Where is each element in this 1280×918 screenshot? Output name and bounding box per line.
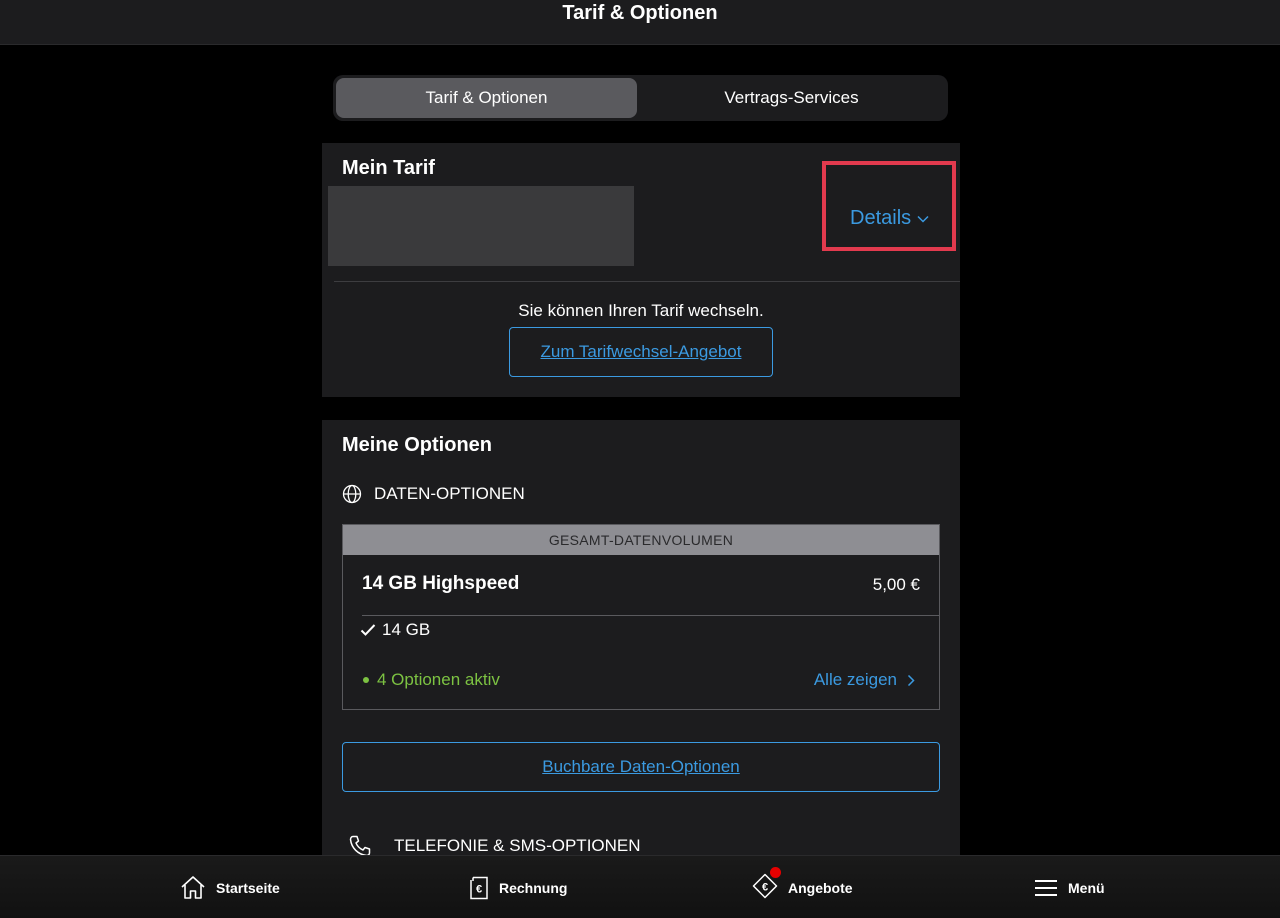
- bookable-data-options-button[interactable]: Buchbare Daten-Optionen: [342, 742, 940, 792]
- option-name: 14 GB Highspeed: [362, 573, 520, 594]
- nav-bill[interactable]: € Rechnung: [469, 856, 567, 918]
- status-dot-icon: [363, 677, 369, 683]
- nav-offers-label: Angebote: [788, 879, 853, 896]
- active-options-status: 4 Optionen aktiv: [363, 670, 500, 690]
- nav-home[interactable]: Startseite: [180, 856, 280, 918]
- top-bar: Tarif & Optionen: [0, 0, 1280, 45]
- tarif-card: Mein Tarif Details Sie können Ihren Tari…: [322, 143, 960, 397]
- nav-bill-label: Rechnung: [499, 879, 568, 896]
- svg-text:€: €: [476, 883, 482, 895]
- tab-vertrags-services[interactable]: Vertrags-Services: [638, 78, 945, 118]
- segmented-control: Tarif & Optionen Vertrags-Services: [333, 75, 948, 121]
- option-volume: 14 GB: [360, 620, 430, 640]
- option-price: 5,00 €: [872, 575, 920, 594]
- options-heading: Meine Optionen: [342, 434, 492, 456]
- telephony-options-label: TELEFONIE & SMS-OPTIONEN: [394, 836, 641, 855]
- details-label: Details: [850, 207, 912, 229]
- bill-icon: €: [470, 876, 488, 899]
- nav-menu[interactable]: Menü: [1034, 856, 1105, 918]
- tarif-name-redacted: [328, 186, 634, 266]
- show-all-link[interactable]: Alle zeigen: [814, 670, 915, 690]
- globe-icon: [342, 484, 362, 504]
- home-icon: [181, 876, 205, 899]
- active-options-label: 4 Optionen aktiv: [377, 670, 500, 689]
- nav-menu-label: Menü: [1068, 879, 1105, 896]
- total-volume-band: GESAMT-DATENVOLUMEN: [343, 525, 939, 555]
- divider: [334, 281, 960, 282]
- hamburger-menu-icon: [1035, 879, 1057, 896]
- nav-offers[interactable]: € Angebote: [752, 856, 853, 918]
- details-toggle[interactable]: Details: [850, 207, 929, 230]
- tarif-change-button[interactable]: Zum Tarifwechsel-Angebot: [509, 327, 773, 377]
- chevron-down-icon: [917, 215, 929, 223]
- tarif-heading: Mein Tarif: [342, 157, 435, 179]
- details-highlight-box: Details: [822, 161, 956, 251]
- data-option-box: GESAMT-DATENVOLUMEN 14 GB Highspeed 5,00…: [342, 524, 940, 710]
- data-options-header: DATEN-OPTIONEN: [342, 484, 525, 504]
- svg-text:€: €: [762, 882, 768, 894]
- notification-badge: [770, 867, 781, 878]
- options-card: Meine Optionen DATEN-OPTIONEN GESAMT-DAT…: [322, 420, 960, 860]
- nav-home-label: Startseite: [216, 879, 280, 896]
- page-title: Tarif & Optionen: [562, 2, 718, 24]
- chevron-right-icon: [907, 674, 915, 686]
- data-options-label: DATEN-OPTIONEN: [374, 484, 525, 503]
- divider: [362, 615, 939, 616]
- option-volume-label: 14 GB: [382, 620, 431, 639]
- checkmark-icon: [360, 624, 376, 636]
- bottom-navigation: Startseite € Rechnung € Angebote Menü: [0, 855, 1280, 918]
- tarif-change-message: Sie können Ihren Tarif wechseln.: [518, 301, 764, 320]
- tab-tarif-optionen[interactable]: Tarif & Optionen: [336, 78, 637, 118]
- show-all-label: Alle zeigen: [813, 670, 897, 689]
- offers-icon-wrap: €: [752, 867, 781, 902]
